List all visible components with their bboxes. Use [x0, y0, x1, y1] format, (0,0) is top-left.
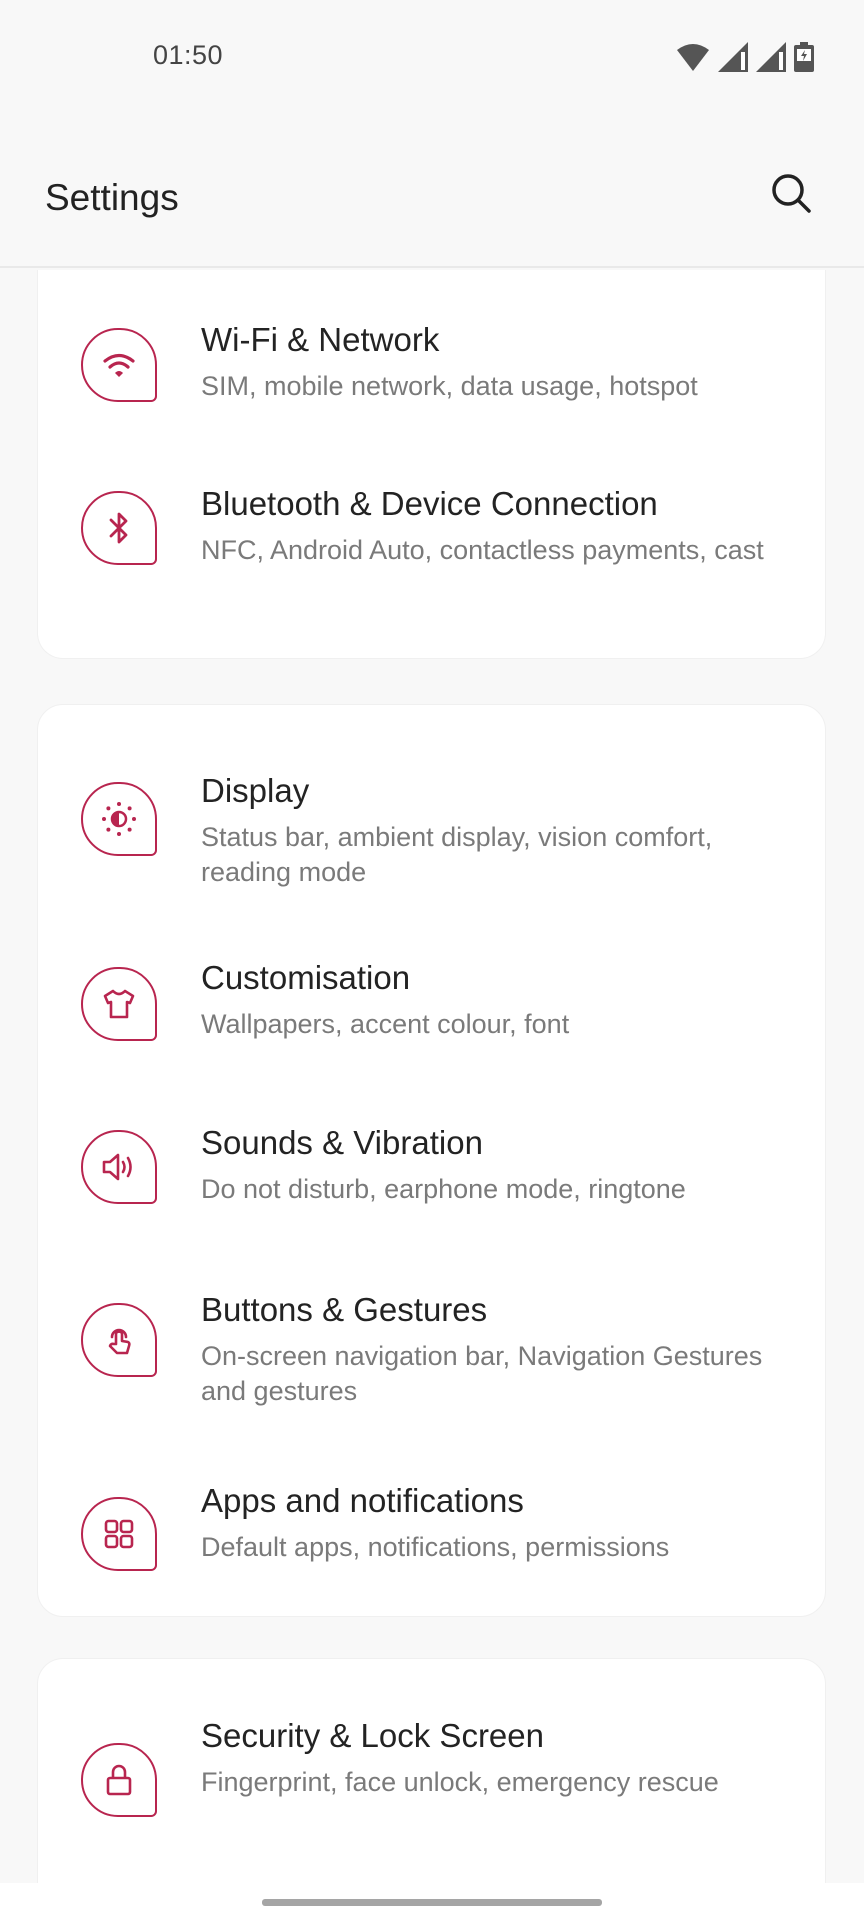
settings-item-title: Security & Lock Screen [201, 1717, 544, 1754]
settings-item-buttons-gestures[interactable]: Buttons & Gestures On-screen navigation … [38, 1255, 827, 1445]
wifi-icon [103, 353, 135, 377]
settings-item-subtitle: Fingerprint, face unlock, emergency resc… [201, 1767, 719, 1797]
settings-item-subtitle: NFC, Android Auto, contactless payments,… [201, 535, 764, 565]
settings-item-subtitle: Wallpapers, accent colour, font [201, 1009, 570, 1039]
lock-icon-badge [81, 1743, 157, 1817]
settings-item-title: Buttons & Gestures [201, 1291, 488, 1328]
settings-item-title: Display [201, 772, 310, 809]
lock-icon [106, 1764, 132, 1796]
settings-item-subtitle: On-screen navigation bar, Navigation Ges… [201, 1341, 763, 1406]
wifi-icon [677, 44, 709, 71]
settings-item-customisation[interactable]: Customisation Wallpapers, accent colour,… [38, 925, 827, 1090]
brightness-icon-badge [81, 782, 157, 856]
wifi-icon-badge [81, 328, 157, 402]
touch-gesture-icon [108, 1328, 131, 1355]
settings-item-title: Sounds & Vibration [201, 1124, 483, 1161]
tshirt-icon-badge [81, 967, 157, 1041]
settings-group-personalization: Display Status bar, ambient display, vis… [37, 704, 826, 1617]
status-icons [676, 42, 814, 72]
settings-item-security-lock-screen[interactable]: Security & Lock Screen Fingerprint, face… [38, 1679, 827, 1849]
battery-charging-icon [794, 42, 814, 72]
status-bar: 01:50 [0, 0, 864, 110]
settings-item-title: Wi-Fi & Network [201, 321, 440, 358]
home-gesture-handle[interactable] [262, 1899, 602, 1906]
settings-item-subtitle: Default apps, notifications, permissions [201, 1532, 670, 1562]
status-time: 01:50 [153, 40, 224, 70]
settings-item-subtitle: Status bar, ambient display, vision comf… [201, 822, 713, 887]
settings-item-wifi-network[interactable]: Wi-Fi & Network SIM, mobile network, dat… [38, 290, 827, 445]
tshirt-icon [103, 989, 135, 1019]
settings-item-title: Apps and notifications [201, 1482, 524, 1519]
settings-item-sounds-vibration[interactable]: Sounds & Vibration Do not disturb, earph… [38, 1090, 827, 1255]
brightness-icon [102, 802, 136, 836]
app-header: Settings [0, 150, 864, 266]
page-title: Settings [45, 177, 179, 218]
apps-grid-icon [104, 1519, 134, 1549]
search-icon [772, 174, 811, 213]
touch-gesture-icon-badge [81, 1303, 157, 1377]
speaker-icon-badge [81, 1130, 157, 1204]
bluetooth-icon-badge [81, 491, 157, 565]
settings-item-apps-notifications[interactable]: Apps and notifications Default apps, not… [38, 1455, 827, 1615]
header-divider [0, 266, 864, 268]
settings-item-bluetooth[interactable]: Bluetooth & Device Connection NFC, Andro… [38, 455, 827, 645]
settings-item-title: Customisation [201, 959, 411, 996]
bluetooth-icon [109, 512, 128, 544]
speaker-icon [102, 1153, 132, 1181]
apps-grid-icon-badge [81, 1497, 157, 1571]
settings-group-security: Security & Lock Screen Fingerprint, face… [37, 1658, 826, 1883]
search-button[interactable] [764, 166, 818, 220]
settings-group-connectivity: Wi-Fi & Network SIM, mobile network, dat… [37, 270, 826, 659]
cell-signal-icon [756, 42, 786, 72]
cell-signal-icon [718, 42, 748, 72]
settings-item-subtitle: SIM, mobile network, data usage, hotspot [201, 371, 698, 401]
settings-item-display[interactable]: Display Status bar, ambient display, vis… [38, 735, 827, 925]
settings-item-title: Bluetooth & Device Connection [201, 485, 658, 522]
settings-item-subtitle: Do not disturb, earphone mode, ringtone [201, 1174, 686, 1204]
